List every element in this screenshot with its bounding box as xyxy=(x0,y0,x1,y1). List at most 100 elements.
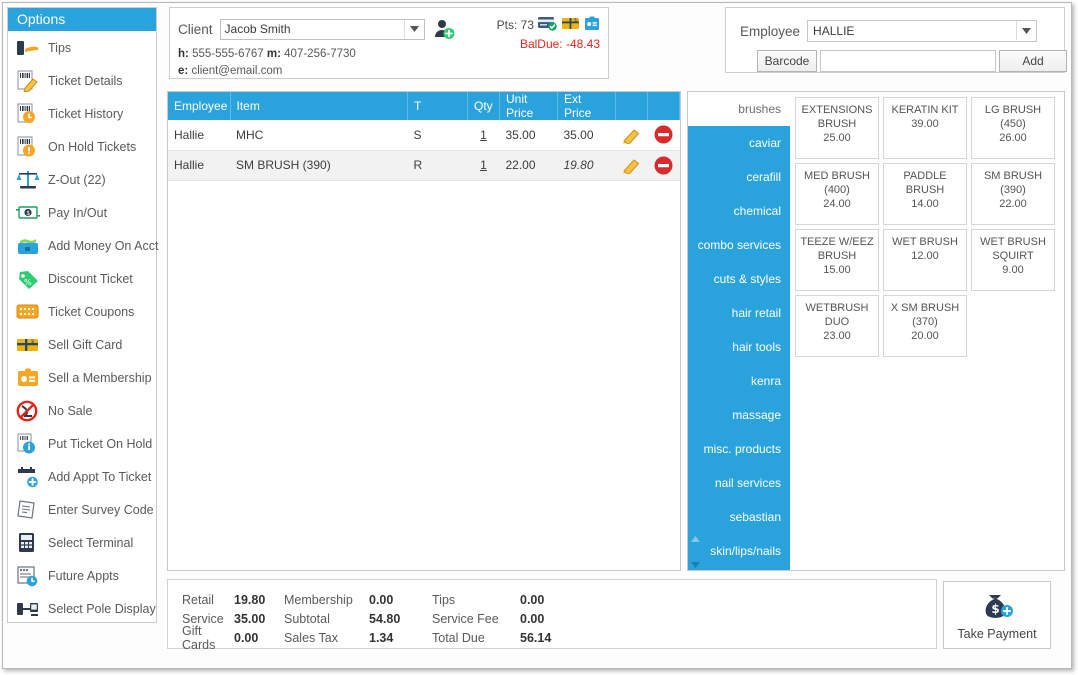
chevron-down-icon[interactable] xyxy=(1016,21,1036,40)
category-item-cuts-styles[interactable]: cuts & styles xyxy=(688,262,790,296)
client-row: Client Jacob Smith xyxy=(178,18,455,40)
sidebar-item-select-terminal[interactable]: Select Terminal xyxy=(8,526,156,559)
on-hold-tickets-icon xyxy=(15,135,41,159)
sidebar-item-ticket-details[interactable]: Ticket Details xyxy=(8,64,156,97)
sidebar-item-select-pole-display[interactable]: Select Pole Display xyxy=(8,592,156,625)
category-item-hair-tools[interactable]: hair tools xyxy=(688,330,790,364)
product-tile[interactable]: LG BRUSH (450)26.00 xyxy=(971,97,1055,159)
barcode-button[interactable]: Barcode xyxy=(757,50,817,72)
table-row[interactable]: HallieSM BRUSH (390)R122.0019.80 xyxy=(168,150,680,180)
client-contact: h: 555-555-6767 m: 407-256-7730 e: clien… xyxy=(178,46,356,80)
col-header-unit-price: Unit Price xyxy=(500,92,558,120)
category-item-massage[interactable]: massage xyxy=(688,398,790,432)
qty-link[interactable]: 1 xyxy=(480,128,487,142)
category-item-nail-services[interactable]: nail services xyxy=(688,466,790,500)
category-item-cerafill[interactable]: cerafill xyxy=(688,160,790,194)
category-item-hair-retail[interactable]: hair retail xyxy=(688,296,790,330)
product-tile[interactable]: EXTENSIONS BRUSH25.00 xyxy=(795,97,879,159)
product-tile[interactable]: X SM BRUSH (370)20.00 xyxy=(883,295,967,357)
sidebar-item-label: Ticket Coupons xyxy=(48,305,134,319)
credit-card-check-icon[interactable] xyxy=(538,16,558,34)
product-tile[interactable]: WETBRUSH DUO23.00 xyxy=(795,295,879,357)
sidebar-item-add-appt-to-ticket[interactable]: Add Appt To Ticket xyxy=(8,460,156,493)
category-item-skincare[interactable]: skincare xyxy=(688,568,790,570)
category-item-combo-services[interactable]: combo services xyxy=(688,228,790,262)
ticket-items-table: EmployeeItemTQtyUnit PriceExt Price Hall… xyxy=(168,92,680,181)
product-name: WET BRUSH SQUIRT xyxy=(972,235,1054,263)
cell-employee: Hallie xyxy=(168,120,230,150)
sidebar-item-label: Select Terminal xyxy=(48,536,133,550)
sidebar-item-no-sale[interactable]: No Sale xyxy=(8,394,156,427)
edit-pencil-icon[interactable] xyxy=(616,120,648,150)
edit-pencil-icon[interactable] xyxy=(616,150,648,180)
sidebar-item-future-appts[interactable]: Future Appts xyxy=(8,559,156,592)
sidebar-item-ticket-coupons[interactable]: Ticket Coupons xyxy=(8,295,156,328)
sidebar-item-on-hold-tickets[interactable]: On Hold Tickets xyxy=(8,130,156,163)
home-phone-value: 555-555-6767 xyxy=(192,48,264,60)
membership-badge-icon[interactable] xyxy=(584,16,600,34)
take-payment-button[interactable]: $ Take Payment xyxy=(943,581,1051,649)
totals-row-2: Service 35.00 Subtotal 54.80 Service Fee… xyxy=(182,609,936,628)
sidebar-item-label: Enter Survey Code xyxy=(48,503,154,517)
sidebar-item-put-ticket-on-hold[interactable]: Put Ticket On Hold xyxy=(8,427,156,460)
sidebar-item-label: Sell Gift Card xyxy=(48,338,122,352)
product-price: 14.00 xyxy=(911,197,939,211)
product-price: 9.00 xyxy=(1002,263,1023,277)
product-tile[interactable]: MED BRUSH (400)24.00 xyxy=(795,163,879,225)
sidebar-item-sell-gift-card[interactable]: $Sell Gift Card xyxy=(8,328,156,361)
points-value: Pts: 73 xyxy=(497,18,534,32)
col-header-qty: Qty xyxy=(468,92,500,120)
email-value: client@email.com xyxy=(191,65,282,77)
product-name: MED BRUSH (400) xyxy=(796,169,878,197)
client-combobox[interactable]: Jacob Smith xyxy=(220,19,425,40)
product-name: PADDLE BRUSH xyxy=(884,169,966,197)
scroll-up-arrow-icon[interactable] xyxy=(691,532,700,540)
product-tile[interactable]: KERATIN KIT39.00 xyxy=(883,97,967,159)
put-on-hold-icon xyxy=(15,432,41,456)
sidebar-item-label: On Hold Tickets xyxy=(48,140,136,154)
category-item-misc-products[interactable]: misc. products xyxy=(688,432,790,466)
barcode-row: Barcode Add xyxy=(757,50,1067,72)
category-item-chemical[interactable]: chemical xyxy=(688,194,790,228)
category-list: brushescaviarcerafillchemicalcombo servi… xyxy=(688,92,790,570)
cell-qty[interactable]: 1 xyxy=(468,120,500,150)
sidebar-item-enter-survey-code[interactable]: Enter Survey Code xyxy=(8,493,156,526)
future-appts-icon xyxy=(15,564,41,588)
employee-combobox[interactable]: HALLIE xyxy=(807,20,1037,42)
product-tile-grid: EXTENSIONS BRUSH25.00KERATIN KIT39.00LG … xyxy=(790,92,1064,570)
product-tile[interactable]: SM BRUSH (390)22.00 xyxy=(971,163,1055,225)
sidebar-item-tips[interactable]: Tips xyxy=(8,31,156,64)
product-tile[interactable]: TEEZE W/EEZ BRUSH15.00 xyxy=(795,229,879,291)
sidebar-item-z-out-22[interactable]: Z-Out (22) xyxy=(8,163,156,196)
cell-qty[interactable]: 1 xyxy=(468,150,500,180)
cell-item: SM BRUSH (390) xyxy=(230,150,408,180)
svg-text:$: $ xyxy=(574,18,577,24)
category-item-caviar[interactable]: caviar xyxy=(688,126,790,160)
qty-link[interactable]: 1 xyxy=(480,158,487,172)
table-row[interactable]: HallieMHCS135.0035.00 xyxy=(168,120,680,150)
product-tile[interactable]: WET BRUSH SQUIRT9.00 xyxy=(971,229,1055,291)
chevron-down-icon[interactable] xyxy=(404,20,424,39)
client-points-area: Pts: 73 $ xyxy=(497,16,600,51)
sidebar-item-discount-ticket[interactable]: %Discount Ticket xyxy=(8,262,156,295)
gift-card-icon[interactable]: $ xyxy=(562,16,580,34)
product-tile[interactable]: WET BRUSH12.00 xyxy=(883,229,967,291)
barcode-input[interactable] xyxy=(820,50,996,72)
gift-cards-value: 0.00 xyxy=(234,631,284,645)
category-item-kenra[interactable]: kenra xyxy=(688,364,790,398)
options-sidebar: Options TipsTicket DetailsTicket History… xyxy=(7,7,157,623)
category-item-skin-lips-nails[interactable]: skin/lips/nails xyxy=(688,534,790,568)
sidebar-item-add-money-on-acct[interactable]: Add Money On Acct xyxy=(8,229,156,262)
mobile-phone-value: 407-256-7730 xyxy=(284,48,356,60)
add-client-icon[interactable] xyxy=(433,18,455,40)
category-item-sebastian[interactable]: sebastian xyxy=(688,500,790,534)
scroll-down-arrow-icon[interactable] xyxy=(691,558,700,566)
sidebar-item-sell-a-membership[interactable]: Sell a Membership xyxy=(8,361,156,394)
add-button[interactable]: Add xyxy=(999,50,1067,72)
category-item-brushes[interactable]: brushes xyxy=(688,92,790,126)
delete-circle-icon[interactable] xyxy=(648,120,680,150)
sidebar-item-pay-in-out[interactable]: $Pay In/Out xyxy=(8,196,156,229)
product-tile[interactable]: PADDLE BRUSH14.00 xyxy=(883,163,967,225)
delete-circle-icon[interactable] xyxy=(648,150,680,180)
sidebar-item-ticket-history[interactable]: Ticket History xyxy=(8,97,156,130)
